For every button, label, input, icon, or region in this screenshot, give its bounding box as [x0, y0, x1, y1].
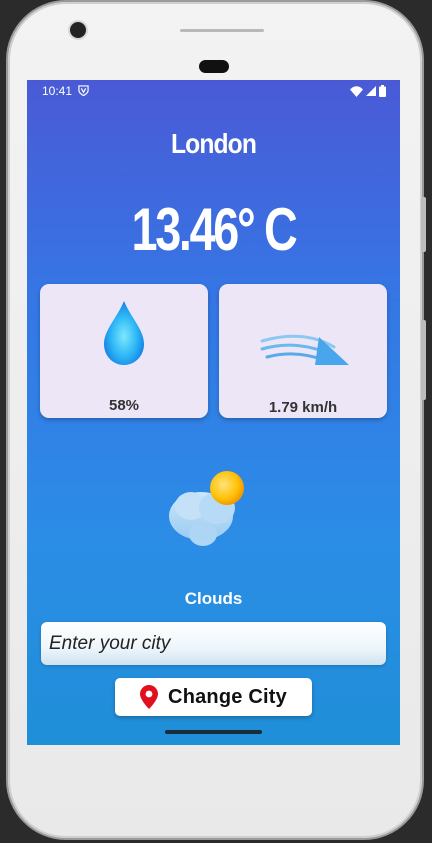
- humidity-card: 58%: [40, 284, 208, 418]
- signal-icon: [366, 86, 376, 96]
- wind-speed-value: 1.79 km/h: [268, 399, 338, 416]
- status-bar: 10:41: [27, 80, 400, 102]
- front-camera: [70, 22, 86, 38]
- wind-icon: [260, 334, 349, 365]
- temperature-value: 13.46° C: [131, 196, 298, 263]
- city-input[interactable]: [41, 622, 386, 665]
- cloud-sun-icon: [169, 471, 244, 546]
- city-name: London: [170, 128, 257, 159]
- change-city-button[interactable]: Change City: [115, 678, 312, 716]
- wifi-icon: [350, 85, 363, 97]
- humidity-value: 58%: [108, 397, 140, 414]
- sensor-line: [180, 29, 264, 32]
- water-drop-icon: [104, 301, 144, 365]
- app-screen: 10:41 London 13.46° C 58% 1.79 km/h Clou…: [27, 80, 400, 745]
- battery-icon: [379, 85, 386, 97]
- weather-description: Clouds: [184, 589, 243, 608]
- wind-card: 1.79 km/h: [219, 284, 387, 418]
- volume-button: [421, 197, 426, 252]
- status-time: 10:41: [42, 84, 73, 98]
- shield-v-icon: [78, 85, 89, 96]
- power-button: [421, 320, 426, 400]
- location-pin-icon: [140, 685, 159, 709]
- change-city-label: Change City: [168, 685, 287, 708]
- home-indicator[interactable]: [165, 730, 262, 734]
- earpiece-speaker: [199, 60, 229, 73]
